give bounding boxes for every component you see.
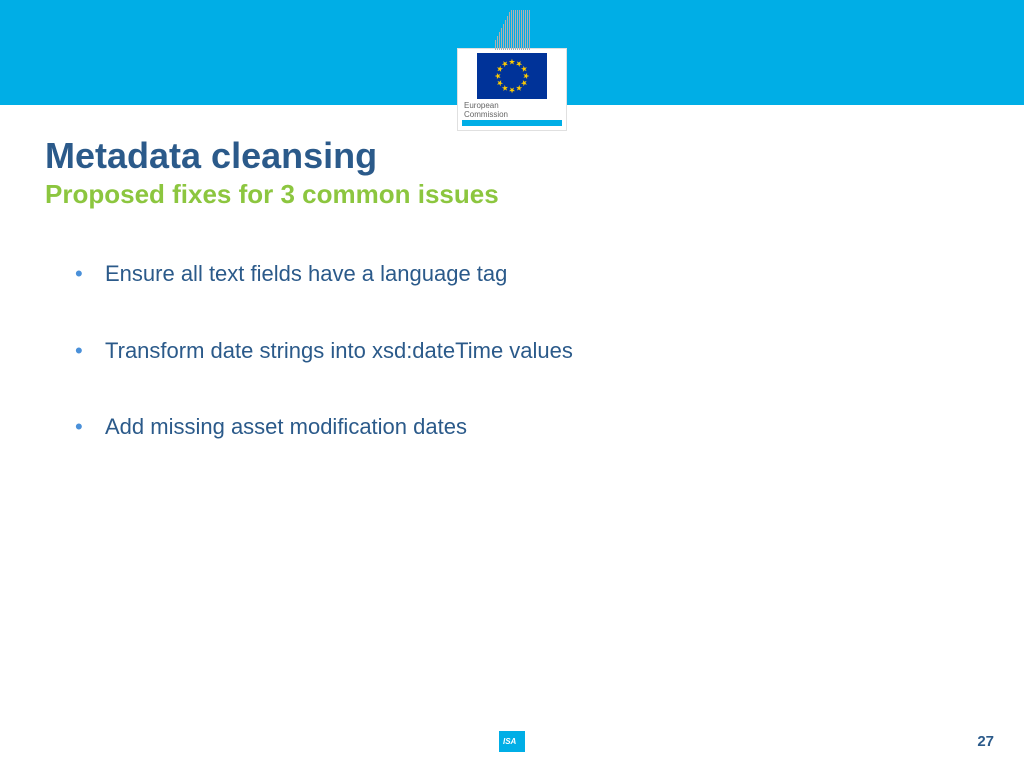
list-item: Transform date strings into xsd:dateTime… [75, 337, 979, 366]
ec-logo: ★ ★ ★ ★ ★ ★ ★ ★ ★ ★ ★ ★ European Commiss… [457, 10, 567, 131]
logo-label-line2: Commission [464, 110, 508, 119]
page-number: 27 [977, 733, 994, 750]
footer-badge: ISA [499, 731, 525, 752]
logo-label: European Commission [462, 102, 508, 120]
list-item: Add missing asset modification dates [75, 413, 979, 442]
slide-footer: ISA 27 [0, 733, 1024, 750]
slide-subtitle: Proposed fixes for 3 common issues [45, 179, 979, 210]
eu-flag-icon: ★ ★ ★ ★ ★ ★ ★ ★ ★ ★ ★ ★ [477, 53, 547, 99]
slide-content: Metadata cleansing Proposed fixes for 3 … [0, 105, 1024, 442]
slide-title: Metadata cleansing [45, 135, 979, 177]
header-banner: ★ ★ ★ ★ ★ ★ ★ ★ ★ ★ ★ ★ European Commiss… [0, 0, 1024, 105]
list-item: Ensure all text fields have a language t… [75, 260, 979, 289]
logo-strip [462, 120, 562, 126]
logo-building-icon [457, 10, 567, 50]
bullet-list: Ensure all text fields have a language t… [45, 260, 979, 442]
logo-label-line1: European [464, 101, 499, 110]
flag-container: ★ ★ ★ ★ ★ ★ ★ ★ ★ ★ ★ ★ European Commiss… [457, 48, 567, 131]
